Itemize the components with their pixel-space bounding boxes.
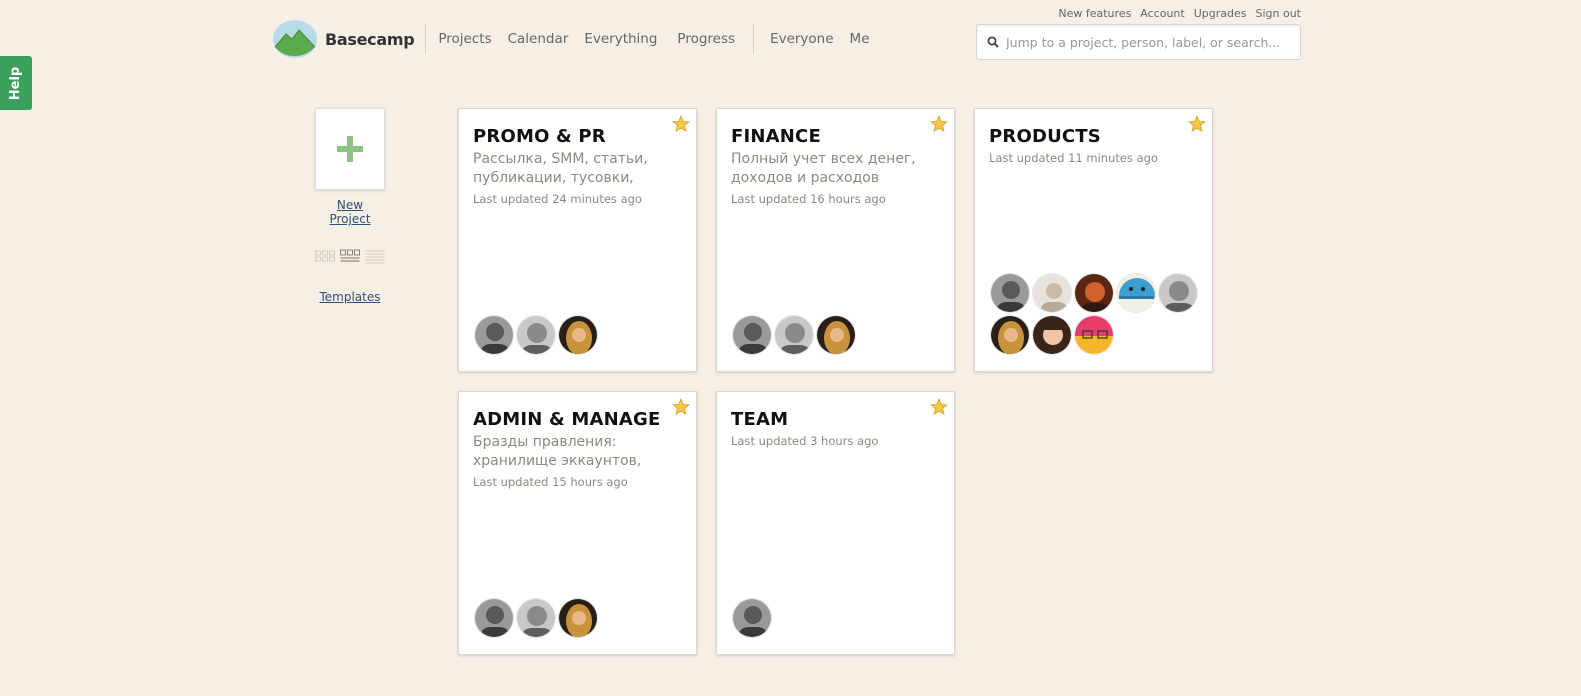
main-nav: Projects Calendar Everything Progress Ev… — [426, 18, 877, 60]
project-card-team[interactable]: TEAM Last updated 3 hours ago — [716, 391, 955, 655]
project-description: Бразды правления: хранилище эккаунтов, — [473, 434, 642, 469]
avatar[interactable] — [558, 315, 598, 355]
account-link[interactable]: Account — [1140, 7, 1184, 20]
project-title: ADMIN & MANAGE — [473, 409, 661, 430]
search-box — [976, 24, 1301, 60]
project-members — [474, 598, 689, 638]
basecamp-logo[interactable]: Basecamp — [272, 20, 427, 58]
project-title: PRODUCTS — [989, 126, 1101, 147]
search-icon — [987, 36, 999, 48]
project-updated: Last updated 16 hours ago — [731, 192, 886, 206]
project-members — [732, 315, 947, 355]
avatar[interactable] — [1032, 273, 1072, 313]
project-members — [474, 315, 689, 355]
avatar[interactable] — [732, 315, 772, 355]
avatar[interactable] — [1074, 315, 1114, 355]
nav-projects[interactable]: Projects — [430, 31, 499, 47]
avatar[interactable] — [732, 598, 772, 638]
basecamp-logo-icon — [272, 19, 318, 59]
project-card-promo-pr[interactable]: PROMO & PR Рассылка, SMM, статьи, публик… — [458, 108, 697, 372]
card-view-icon[interactable] — [340, 248, 360, 264]
templates-link[interactable]: Templates — [315, 290, 385, 304]
help-label: Help — [8, 66, 24, 100]
project-title: TEAM — [731, 409, 789, 430]
star-icon[interactable] — [930, 115, 948, 133]
header: Basecamp Projects Calendar Everything Pr… — [272, 18, 878, 60]
list-view-icon[interactable] — [365, 248, 385, 264]
avatar[interactable] — [774, 315, 814, 355]
avatar[interactable] — [1074, 273, 1114, 313]
account-links: New features Account Upgrades Sign out — [1058, 7, 1301, 20]
sign-out-link[interactable]: Sign out — [1255, 7, 1301, 20]
small-grid-view-icon[interactable] — [315, 248, 335, 264]
project-updated: Last updated 24 minutes ago — [473, 192, 642, 206]
avatar[interactable] — [558, 598, 598, 638]
project-updated: Last updated 11 minutes ago — [989, 151, 1158, 165]
nav-progress[interactable]: Progress — [669, 31, 743, 47]
upgrades-link[interactable]: Upgrades — [1194, 7, 1247, 20]
project-card-finance[interactable]: FINANCE Полный учет всех денег, доходов … — [716, 108, 955, 372]
project-description: Полный учет всех денег, доходов и расход… — [731, 151, 916, 186]
project-members — [732, 598, 947, 638]
nav-everyone[interactable]: Everyone — [762, 31, 842, 47]
avatar[interactable] — [1158, 273, 1198, 313]
nav-calendar[interactable]: Calendar — [500, 31, 577, 47]
project-updated: Last updated 3 hours ago — [731, 434, 879, 448]
nav-me[interactable]: Me — [842, 31, 878, 47]
project-title: FINANCE — [731, 126, 821, 147]
star-icon[interactable] — [930, 398, 948, 416]
avatar[interactable] — [474, 598, 514, 638]
new-project-link[interactable]: New Project — [315, 198, 385, 226]
star-icon[interactable] — [672, 115, 690, 133]
project-members — [990, 273, 1205, 355]
avatar[interactable] — [990, 315, 1030, 355]
avatar[interactable] — [516, 315, 556, 355]
avatar[interactable] — [816, 315, 856, 355]
avatar[interactable] — [990, 273, 1030, 313]
new-project-button[interactable] — [315, 108, 385, 190]
project-title: PROMO & PR — [473, 126, 606, 147]
search-input[interactable] — [999, 25, 1300, 59]
star-icon[interactable] — [1188, 115, 1206, 133]
avatar[interactable] — [516, 598, 556, 638]
avatar[interactable] — [1116, 273, 1156, 313]
avatar[interactable] — [474, 315, 514, 355]
avatar[interactable] — [1032, 315, 1072, 355]
project-updated: Last updated 15 hours ago — [473, 475, 628, 489]
star-icon[interactable] — [672, 398, 690, 416]
project-card-admin-manage[interactable]: ADMIN & MANAGE Бразды правления: хранили… — [458, 391, 697, 655]
logo-text: Basecamp — [325, 29, 415, 49]
plus-icon — [337, 136, 363, 162]
nav-everything[interactable]: Everything — [576, 31, 665, 47]
new-features-link[interactable]: New features — [1058, 7, 1131, 20]
help-tab[interactable]: Help — [0, 56, 32, 110]
nav-divider — [753, 24, 755, 54]
project-description: Рассылка, SMM, статьи, публикации, тусов… — [473, 151, 648, 186]
sidebar: New Project Templates — [315, 108, 385, 304]
view-toggles — [315, 248, 385, 264]
project-card-products[interactable]: PRODUCTS Last updated 11 minutes ago — [974, 108, 1213, 372]
